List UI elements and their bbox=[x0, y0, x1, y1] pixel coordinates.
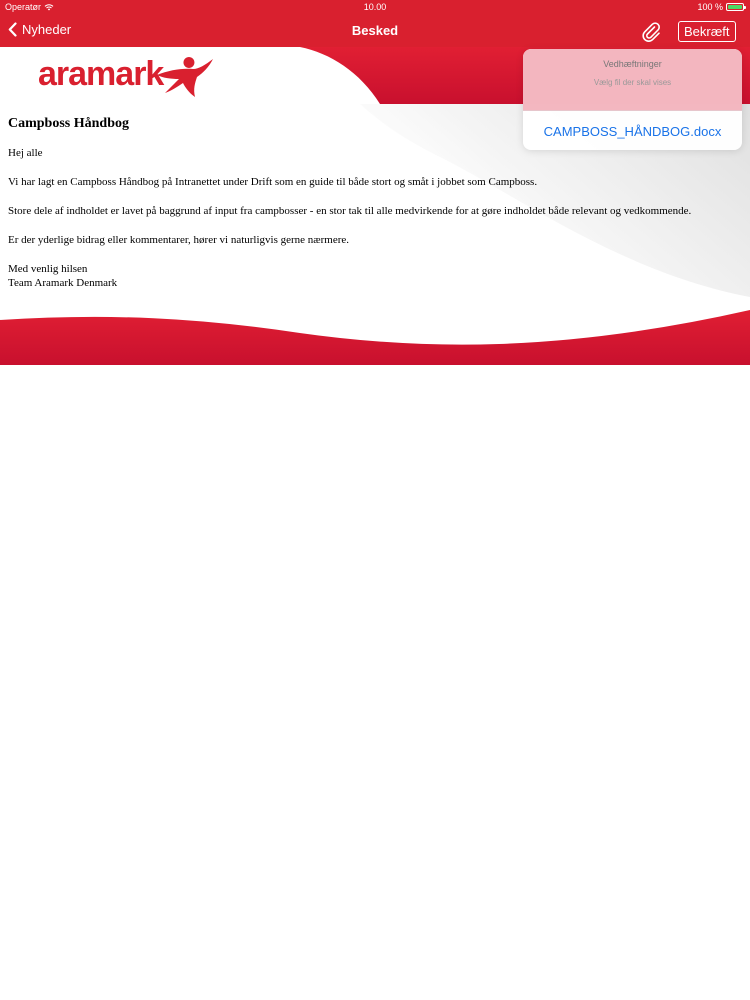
attachment-file-item[interactable]: CAMPBOSS_HÅNDBOG.docx bbox=[523, 111, 742, 150]
status-bar: Operatør 10.00 100 % bbox=[0, 0, 750, 14]
message-paragraph-2: Store dele af indholdet er lavet på bagg… bbox=[8, 205, 692, 217]
battery-percent: 100 % bbox=[697, 2, 723, 12]
popover-title: Vedhæftninger bbox=[603, 59, 662, 69]
status-time: 10.00 bbox=[363, 2, 387, 12]
message-paragraph-3: Er der yderlige bidrag eller kommentarer… bbox=[8, 234, 350, 246]
attachments-button[interactable] bbox=[640, 21, 662, 43]
confirm-button[interactable]: Bekræft bbox=[678, 21, 736, 42]
paperclip-icon bbox=[642, 22, 660, 42]
aramark-star-icon bbox=[157, 57, 214, 97]
logo-text: aramark bbox=[38, 55, 164, 93]
message-closing: Med venlig hilsen bbox=[8, 263, 88, 275]
attachments-popover: Vedhæftninger Vælg fil der skal vises CA… bbox=[523, 49, 742, 150]
battery-indicator: 100 % bbox=[697, 2, 746, 12]
popover-header: Vedhæftninger Vælg fil der skal vises bbox=[523, 49, 742, 111]
popover-subtitle: Vælg fil der skal vises bbox=[593, 78, 672, 87]
message-signature: Team Aramark Denmark bbox=[8, 277, 118, 289]
message-paragraph-1: Vi har lagt en Campboss Håndbog på Intra… bbox=[8, 176, 538, 188]
battery-icon bbox=[726, 3, 746, 11]
battery-fill bbox=[728, 5, 742, 9]
navigation-bar: Nyheder Besked Bekræft bbox=[0, 14, 750, 47]
aramark-logo: aramark bbox=[38, 55, 215, 101]
page-title: Besked bbox=[351, 23, 399, 38]
